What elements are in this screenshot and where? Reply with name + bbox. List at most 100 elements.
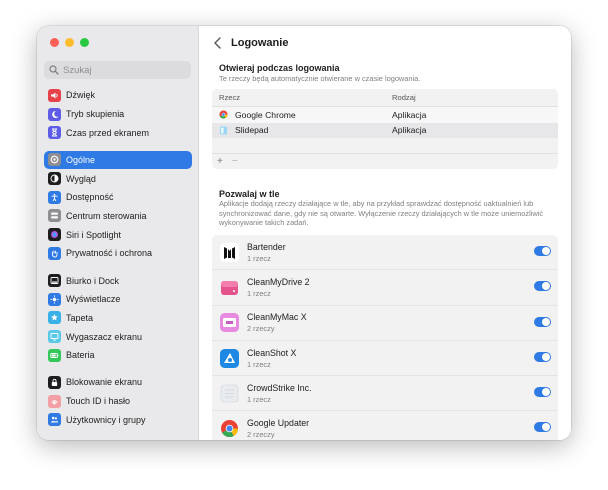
list-item[interactable]: CleanMyDrive 21 rzecz (212, 270, 558, 306)
item-count: 1 rzecz (247, 288, 271, 298)
item-name: CleanMyDrive 2 (247, 276, 310, 287)
login-items-table: Rzecz Rodzaj Google Chrome Aplikacja Slide… (212, 89, 558, 169)
minimize-window-button[interactable] (65, 38, 74, 47)
search-field[interactable] (44, 61, 191, 79)
lock-icon (48, 375, 61, 389)
background-description: Aplikacje dodają rzeczy działające w tle… (219, 199, 544, 228)
allow-in-background-toggle[interactable] (534, 246, 551, 256)
appearance-icon (48, 172, 61, 186)
sidebar-item[interactable]: Dźwięk (44, 86, 192, 105)
sidebar-item[interactable]: Tryb skupienia (44, 105, 192, 124)
table-row[interactable]: Google Chrome Aplikacja (212, 107, 558, 123)
sidebar-item[interactable]: Blokowanie ekranu (44, 373, 192, 392)
sidebar-item[interactable]: Czas przed ekranem (44, 123, 192, 142)
users-icon (48, 413, 61, 427)
gear-icon (48, 153, 61, 167)
sun-icon (48, 292, 61, 306)
table-header: Rzecz Rodzaj (212, 89, 558, 107)
sidebar-item-label: Blokowanie ekranu (66, 377, 143, 388)
background-title: Pozwalaj w tle (219, 189, 280, 199)
open-at-login-description: Te rzeczy będą automatycznie otwierane w… (219, 74, 421, 83)
sidebar-item-label: Wyświetlacze (66, 294, 121, 305)
item-count: 2 rzeczy (247, 430, 275, 440)
settings-window: Dźwięk Tryb skupienia Czas przed ekranem Og… (37, 26, 571, 440)
item-count: 1 rzecz (247, 253, 271, 263)
sidebar-item[interactable]: Prywatność i ochrona (44, 244, 192, 263)
zoom-window-button[interactable] (80, 38, 89, 47)
item-text: CleanMyMac X2 rzeczy (247, 312, 307, 333)
item-name: Bartender (247, 241, 286, 252)
back-chevron-icon[interactable] (213, 36, 223, 50)
sidebar-item[interactable]: Tapeta (44, 309, 192, 328)
sidebar-item[interactable]: Centrum sterowania (44, 207, 192, 226)
control-center-icon (48, 209, 61, 223)
sidebar-item[interactable]: Bateria (44, 346, 192, 365)
table-footer: + − (212, 153, 558, 169)
allow-in-background-toggle[interactable] (534, 316, 551, 327)
sidebar-item-label: Użytkownicy i grupy (66, 414, 146, 425)
item-text: CleanMyDrive 21 rzecz (247, 277, 310, 298)
allow-in-background-toggle[interactable] (534, 387, 551, 398)
sidebar-item[interactable]: Wygląd (44, 169, 192, 188)
sidebar-item-label: Prywatność i ochrona (66, 248, 153, 259)
item-name: CleanShot X (247, 347, 297, 358)
sidebar-item-label: Dostępność (66, 192, 114, 203)
sidebar-item[interactable]: Wyświetlacze (44, 290, 192, 309)
sidebar-item[interactable]: Użytkownicy i grupy (44, 411, 192, 430)
page-title: Logowanie (231, 37, 289, 49)
battery-icon (48, 348, 61, 362)
column-header-item[interactable]: Rzecz (212, 93, 392, 102)
allow-in-background-toggle[interactable] (534, 351, 551, 362)
siri-icon (48, 228, 61, 242)
sidebar-item-label: Centrum sterowania (66, 210, 147, 221)
item-count: 2 rzeczy (247, 324, 275, 334)
sidebar-item-label: Siri i Spotlight (66, 229, 122, 240)
cleanshot-icon (220, 348, 239, 368)
sidebar-item[interactable]: Ogólne (44, 150, 192, 170)
sidebar-item[interactable]: Siri i Spotlight (44, 225, 192, 244)
item-count: 1 rzecz (247, 359, 271, 369)
moon-icon (48, 107, 61, 121)
sidebar-item[interactable]: Wygaszacz ekranu (44, 327, 192, 346)
sidebar-item[interactable]: Dostępność (44, 188, 192, 207)
table-row[interactable]: Slidepad Aplikacja (212, 122, 558, 138)
cleanmymac-icon (220, 313, 239, 333)
remove-item-button[interactable]: − (232, 156, 238, 167)
sidebar-item-label: Touch ID i hasło (66, 396, 131, 407)
allow-in-background-toggle[interactable] (534, 422, 551, 433)
search-input[interactable] (63, 64, 183, 76)
item-name: CrowdStrike Inc. (247, 382, 312, 393)
sidebar-item[interactable]: Touch ID i hasło (44, 392, 192, 411)
add-item-button[interactable]: + (217, 156, 223, 167)
list-item[interactable]: Google Updater 2 rzeczy (212, 411, 558, 440)
sidebar-item-label: Bateria (66, 350, 95, 361)
hourglass-icon (48, 126, 61, 140)
search-icon (49, 65, 59, 75)
hand-icon (48, 246, 61, 260)
item-count: 1 rzecz (247, 394, 271, 404)
sidebar-item-label: Ogólne (66, 154, 96, 165)
sidebar-item-label: Wygląd (66, 173, 96, 184)
accessibility-icon (48, 190, 61, 204)
fingerprint-icon (48, 394, 61, 408)
item-name: Slidepad (235, 125, 269, 136)
list-item[interactable]: CleanShot X1 rzecz (212, 341, 558, 377)
list-item[interactable]: CleanMyMac X2 rzeczy (212, 306, 558, 341)
speaker-icon (48, 88, 61, 102)
close-window-button[interactable] (50, 38, 59, 47)
sidebar-item-label: Czas przed ekranem (66, 127, 150, 138)
sidebar-item-label: Tryb skupienia (66, 109, 125, 120)
wallpaper-icon (48, 311, 61, 325)
item-text: Google Updater 2 rzeczy (247, 418, 309, 439)
sidebar-item-label: Biurko i Dock (66, 275, 120, 286)
background-items-list: Bartender 1 rzecz CleanMyDrive 21 rzecz Cle… (212, 235, 558, 440)
bartender-icon (220, 242, 239, 262)
google-updater-icon (221, 420, 239, 438)
list-item[interactable]: Bartender 1 rzecz (212, 235, 558, 271)
column-header-kind[interactable]: Rodzaj (392, 93, 416, 102)
item-cell: Google Chrome (212, 110, 392, 120)
sidebar-item[interactable]: Biurko i Dock (44, 271, 192, 290)
allow-in-background-toggle[interactable] (534, 281, 551, 292)
window-controls (50, 38, 89, 47)
list-item[interactable]: CrowdStrike Inc. 1 rzecz (212, 376, 558, 412)
